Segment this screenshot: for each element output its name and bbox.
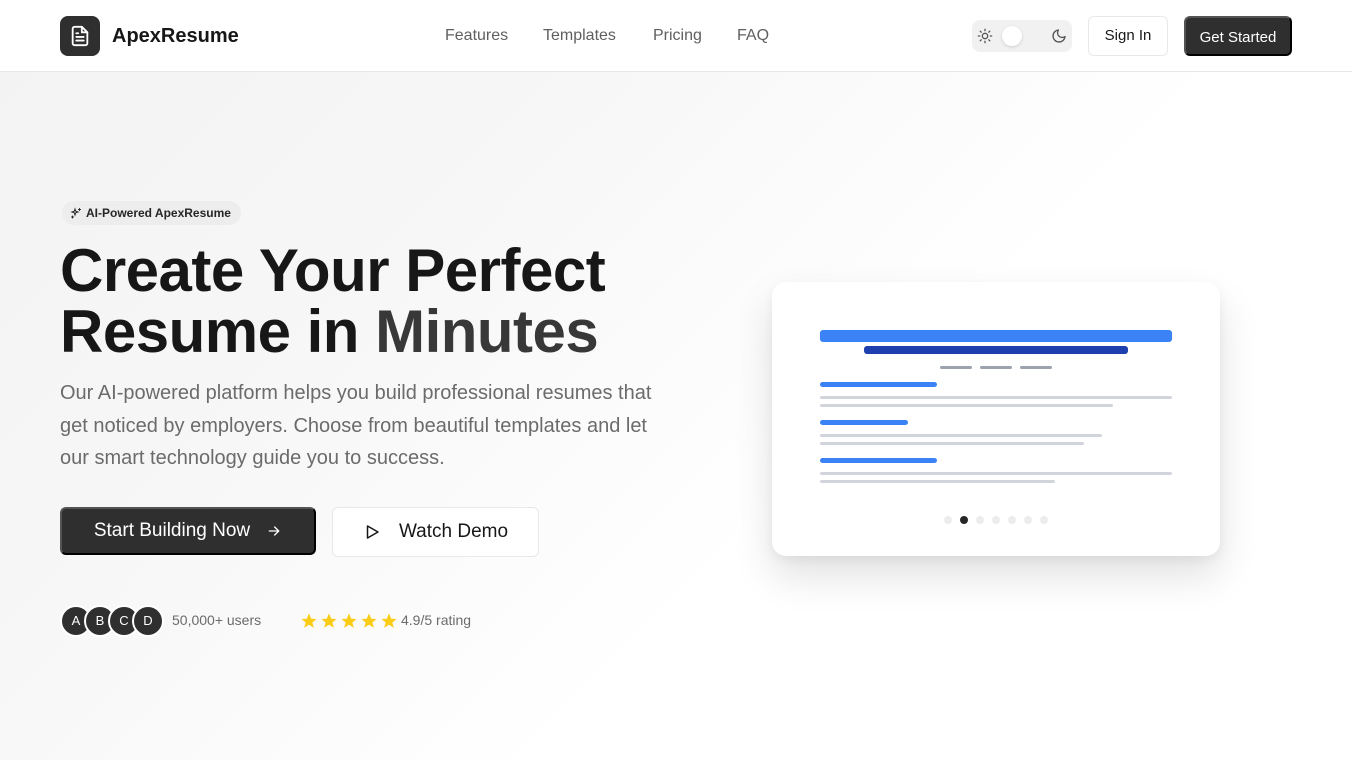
carousel-dot[interactable] <box>1040 516 1048 524</box>
hero-title-accent: Minutes <box>375 298 599 365</box>
carousel-dot[interactable] <box>992 516 1000 524</box>
start-building-button[interactable]: Start Building Now <box>60 507 316 555</box>
preview-text-line <box>820 434 1102 437</box>
nav-link-features[interactable]: Features <box>445 26 508 46</box>
star-icon <box>361 613 377 628</box>
badge-label: AI-Powered ApexResume <box>86 206 231 220</box>
carousel-dot[interactable] <box>1008 516 1016 524</box>
carousel-dot-active[interactable] <box>960 516 968 524</box>
preview-title-bar <box>864 346 1128 354</box>
carousel-dot[interactable] <box>944 516 952 524</box>
site-header: ApexResume Features Templates Pricing FA… <box>0 0 1352 72</box>
hero-title-line2: Resume in <box>60 298 376 365</box>
preview-name-bar <box>820 330 1172 342</box>
star-icon <box>301 613 317 628</box>
preview-contact-bar <box>980 366 1012 369</box>
arrow-right-icon <box>268 526 280 536</box>
rating-text: 4.9/5 rating <box>401 612 472 628</box>
document-icon <box>71 25 89 47</box>
nav-link-faq[interactable]: FAQ <box>737 26 769 46</box>
hero-badge: AI-Powered ApexResume <box>62 201 241 225</box>
hero-title-line1: Create Your Perfect <box>60 237 606 304</box>
preview-text-line <box>820 480 1055 483</box>
logo[interactable] <box>60 16 100 56</box>
avatar: D <box>132 605 164 637</box>
sparkles-icon <box>70 207 81 219</box>
brand-name[interactable]: ApexResume <box>112 24 239 48</box>
preview-text-line <box>820 472 1172 475</box>
theme-toggle[interactable] <box>972 20 1072 52</box>
start-building-label: Start Building Now <box>93 520 251 541</box>
watch-demo-button[interactable]: Watch Demo <box>332 507 539 557</box>
nav-link-templates[interactable]: Templates <box>543 26 616 46</box>
moon-icon <box>1052 29 1066 43</box>
preview-contact-bar <box>1020 366 1052 369</box>
preview-text-line <box>820 396 1172 399</box>
watch-demo-label: Watch Demo <box>398 521 509 542</box>
resume-preview-card[interactable] <box>772 282 1220 556</box>
play-icon <box>366 525 379 539</box>
users-count: 50,000+ users <box>172 612 262 628</box>
preview-section-heading <box>820 458 937 463</box>
carousel-dot[interactable] <box>976 516 984 524</box>
star-icon <box>321 613 337 628</box>
preview-section-heading <box>820 382 937 387</box>
sun-icon <box>977 28 993 44</box>
preview-section-heading <box>820 420 908 425</box>
nav-link-pricing[interactable]: Pricing <box>653 26 702 46</box>
get-started-button[interactable]: Get Started <box>1184 16 1292 56</box>
hero-title: Create Your Perfect Resume in Minutes <box>60 240 740 362</box>
star-icon <box>341 613 357 628</box>
preview-text-line <box>820 404 1113 407</box>
carousel-dot[interactable] <box>1024 516 1032 524</box>
sign-in-button[interactable]: Sign In <box>1088 16 1168 56</box>
star-rating <box>300 612 398 630</box>
preview-contact-bar <box>940 366 972 369</box>
hero-subtitle: Our AI-powered platform helps you build … <box>60 382 652 469</box>
preview-text-line <box>820 442 1084 445</box>
star-icon <box>381 613 397 628</box>
toggle-knob[interactable] <box>1002 26 1022 46</box>
